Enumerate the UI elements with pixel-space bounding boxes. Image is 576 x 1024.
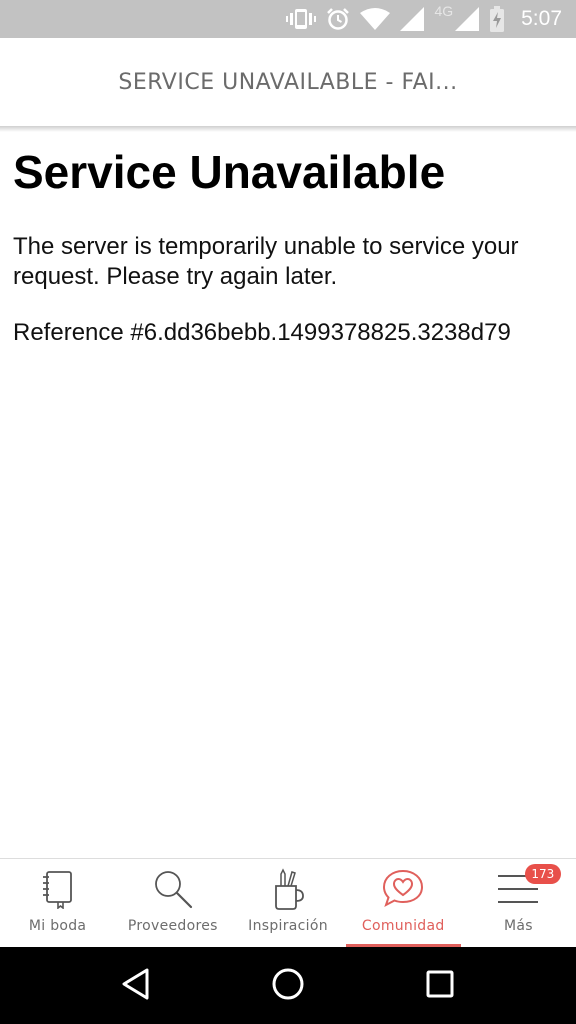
status-time: 5:07 xyxy=(521,7,562,30)
tab-proveedores[interactable]: Proveedores xyxy=(115,859,230,947)
notebook-icon xyxy=(38,867,78,911)
battery-charging-icon xyxy=(489,6,505,32)
tab-inspiracion[interactable]: Inspiración xyxy=(230,859,345,947)
vibrate-icon xyxy=(286,8,317,30)
tab-mas[interactable]: Más 173 xyxy=(461,859,576,947)
error-message: The server is temporarily unable to serv… xyxy=(13,233,519,290)
notification-badge: 173 xyxy=(524,864,561,884)
tab-label: Más xyxy=(503,918,533,934)
network-type-label: 4G xyxy=(434,3,454,19)
tab-label: Inspiración xyxy=(248,918,328,934)
error-reference: Reference #6.dd36bebb.1499378825.3238d79 xyxy=(13,319,511,346)
wifi-icon xyxy=(360,8,391,30)
bottom-tab-bar: Mi boda Proveedores Inspiración Comunida… xyxy=(0,858,576,947)
home-button[interactable] xyxy=(258,956,318,1016)
signal-icon xyxy=(455,7,480,31)
tab-label: Comunidad xyxy=(361,918,445,934)
alarm-icon xyxy=(326,7,350,31)
back-button[interactable] xyxy=(106,956,166,1016)
page-title: SERVICE UNAVAILABLE - FAI... xyxy=(118,69,458,95)
heart-chat-icon xyxy=(381,867,425,911)
pencil-cup-icon xyxy=(270,867,306,911)
app-header: SERVICE UNAVAILABLE - FAI... xyxy=(0,38,576,126)
back-icon xyxy=(120,967,152,1005)
tab-label: Mi boda xyxy=(28,918,87,934)
recents-button[interactable] xyxy=(410,956,470,1016)
error-content: Service Unavailable The server is tempor… xyxy=(13,142,565,348)
status-bar: 4G 5:07 xyxy=(0,0,576,38)
tab-mi-boda[interactable]: Mi boda xyxy=(0,859,115,947)
search-icon xyxy=(151,867,195,911)
signal-icon xyxy=(400,7,425,31)
tab-label: Proveedores xyxy=(127,918,218,934)
home-icon xyxy=(271,967,305,1005)
error-heading: Service Unavailable xyxy=(13,146,446,198)
screen: 4G 5:07 SERVICE UNAVAILABLE - FAI... Ser… xyxy=(0,0,576,1024)
recents-icon xyxy=(425,969,455,1003)
tab-comunidad[interactable]: Comunidad xyxy=(345,859,461,947)
header-shadow xyxy=(0,126,576,132)
system-nav-bar xyxy=(0,947,576,1024)
